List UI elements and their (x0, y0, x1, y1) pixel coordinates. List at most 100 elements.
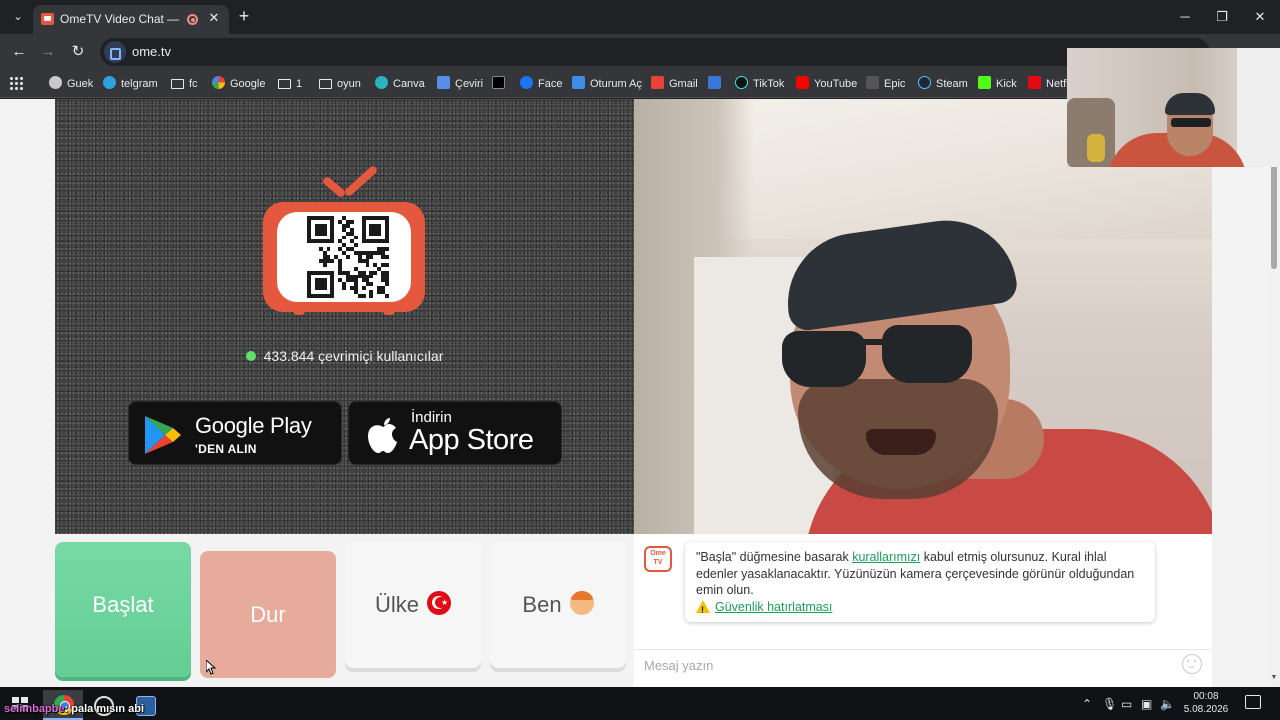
tv-foot (293, 309, 305, 315)
tray-volume-icon[interactable]: 🔈 (1160, 696, 1175, 712)
qr-code-grid (307, 216, 389, 298)
bookmark-epic[interactable]: Epic (866, 75, 905, 93)
warning-icon (696, 599, 710, 618)
address-bar[interactable]: ome.tv (100, 38, 1210, 66)
google-play-subtitle: 'DEN ALIN (195, 442, 257, 456)
tab-title: OmeTV Video Chat — Ome (60, 12, 182, 26)
country-button-label: Ülke (374, 592, 419, 617)
message-input-placeholder: Mesaj yazın (644, 658, 714, 673)
bookmark-label: telgram (121, 78, 158, 90)
bookmark-canva[interactable]: Canva (375, 75, 425, 93)
translate-icon (437, 76, 450, 89)
emoji-smiley-icon[interactable] (1182, 654, 1202, 674)
tv-foot (383, 309, 395, 315)
notification-center-icon[interactable] (1245, 695, 1261, 709)
login-icon (572, 76, 585, 89)
globe-icon (49, 76, 62, 89)
tray-battery-icon[interactable]: ▭ (1121, 696, 1132, 712)
bookmark-label: oyun (337, 78, 361, 90)
bookmark-label: TikTok (753, 78, 785, 90)
tray-network-icon[interactable]: ▣ (1141, 696, 1152, 712)
bookmark-telgram[interactable]: telgram (103, 75, 158, 93)
canva-icon (375, 76, 388, 89)
bookmark-label: fc (189, 78, 198, 90)
gender-button[interactable]: Ben (490, 542, 626, 668)
page-scrollbar[interactable]: ▲ ▼ (1268, 99, 1280, 687)
qr-module (385, 294, 389, 298)
reload-icon[interactable]: ↻ (68, 42, 88, 62)
bookmark-face[interactable]: Face (520, 75, 562, 93)
bookmark-oyun[interactable]: oyun (319, 75, 361, 93)
bookmark-tiktok[interactable]: TikTok (735, 75, 784, 93)
forward-arrow-icon[interactable]: → (38, 42, 58, 62)
system-message: "Başla" düğmesine basarak kurallarımızı … (685, 542, 1155, 622)
gmail-icon (651, 76, 664, 89)
bookmark-1[interactable]: 1 (278, 75, 302, 93)
tray-chevron-up-icon[interactable]: ⌃ (1082, 696, 1092, 712)
stop-button-label: Dur (250, 602, 286, 627)
bookmark-blank[interactable] (708, 75, 726, 93)
folder-icon (171, 79, 184, 89)
streamer-webcam-overlay (1067, 48, 1280, 167)
new-tab-plus-icon[interactable]: + (234, 6, 254, 26)
scroll-down-arrow-icon[interactable]: ▼ (1270, 674, 1278, 684)
bookmark-ceviri[interactable]: Çeviri (437, 75, 483, 93)
video-person-sunglasses (782, 331, 866, 387)
safety-reminder-link[interactable]: Güvenlik hatırlatması (715, 600, 832, 614)
country-button[interactable]: Ülke ★ (345, 542, 481, 668)
bookmark-icon (708, 76, 721, 89)
tab-ometv[interactable]: OmeTV Video Chat — Ome ✕ (33, 5, 229, 34)
back-arrow-icon[interactable]: ← (9, 42, 29, 62)
stop-button[interactable]: Dur (200, 551, 336, 678)
bookmark-x[interactable] (492, 75, 510, 93)
bookmark-label: Gmail (669, 78, 698, 90)
tab-strip: ⌄ OmeTV Video Chat — Ome ✕ + ─ ❐ ✕ (0, 0, 1280, 34)
x-icon (492, 76, 505, 89)
bookmark-oturum-ac[interactable]: Oturum Aç (572, 75, 642, 93)
bookmark-google[interactable]: Google (212, 75, 265, 93)
webcam-person-cap (1165, 93, 1215, 115)
netflix-icon (1028, 76, 1041, 89)
bookmark-gmail[interactable]: Gmail (651, 75, 698, 93)
windows-taskbar: selimbapbe: pala mısın abi ⌃ 🎙 ▭ ▣ 🔈 00:… (0, 687, 1280, 720)
online-status-dot-icon (245, 351, 256, 361)
bookmark-steam[interactable]: Steam (918, 75, 968, 93)
webcam-person-sunglasses (1171, 118, 1211, 127)
ometv-favicon-icon (41, 13, 54, 25)
start-button[interactable]: Başlat (55, 542, 191, 677)
ometv-chat-logo-icon: Ome TV (644, 546, 672, 572)
system-clock[interactable]: 00:08 5.08.2026 (1178, 690, 1234, 716)
video-person-sunglasses-bridge (860, 339, 886, 345)
apps-grid-icon[interactable] (9, 76, 23, 90)
ometv-qr-tv-logo (263, 164, 427, 319)
rules-link[interactable]: kurallarımızı (852, 550, 920, 564)
window-close-icon[interactable]: ✕ (1250, 7, 1270, 27)
bookmark-guek[interactable]: Guek (49, 75, 93, 93)
partner-video-placeholder: 433.844 çevrimiçi kullanıcılar Google Pl… (55, 99, 634, 534)
bookmark-youtube[interactable]: YouTube (796, 75, 857, 93)
camera-in-use-icon[interactable] (104, 41, 126, 63)
message-input[interactable]: Mesaj yazın (634, 649, 1212, 681)
minimize-icon[interactable]: ─ (1175, 7, 1195, 27)
gender-button-label: Ben (522, 592, 562, 617)
kick-icon (978, 76, 991, 89)
tiktok-icon (735, 76, 748, 89)
bookmark-label: YouTube (814, 78, 858, 90)
recording-indicator-icon (187, 14, 198, 25)
bookmark-kick[interactable]: Kick (978, 75, 1017, 93)
tray-microphone-icon[interactable]: 🎙 (1102, 696, 1117, 712)
tab-search-chevron-icon[interactable]: ⌄ (8, 7, 28, 27)
tv-antenna-icon (343, 164, 379, 198)
app-store-button[interactable]: İndirin App Store (348, 401, 562, 465)
bookmark-fc[interactable]: fc (171, 75, 198, 93)
youtube-icon (796, 76, 809, 89)
google-icon (212, 76, 225, 89)
ometv-page: 433.844 çevrimiçi kullanıcılar Google Pl… (0, 99, 1268, 687)
tab-close-icon[interactable]: ✕ (206, 10, 222, 26)
video-person-mouth (866, 429, 936, 455)
webcam-light (1237, 48, 1280, 167)
bookmark-netflix[interactable]: Netfl (1028, 75, 1069, 93)
google-play-button[interactable]: Google Play 'DEN ALIN (128, 401, 342, 465)
bookmark-label: Google (230, 78, 266, 90)
maximize-icon[interactable]: ❐ (1212, 7, 1232, 27)
